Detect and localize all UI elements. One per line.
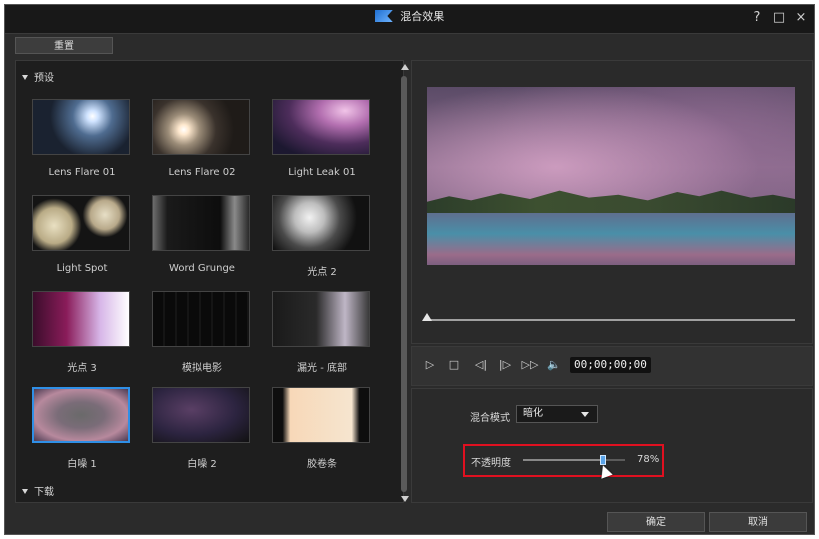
collapse-triangle-icon [22,489,28,494]
effect-label: 光点 3 [67,363,97,374]
effect-thumbnail [32,99,130,155]
effect-thumbnail [32,195,130,251]
effect-label: 白噪 2 [187,459,217,470]
effect-item-lens-flare-01[interactable]: Lens Flare 01 [32,99,132,178]
blend-mode-value: 暗化 [523,408,543,419]
title-bar: 混合效果 ? □ × [5,5,814,34]
library-scrollbar[interactable] [400,64,410,502]
play-icon[interactable]: ▷ [424,359,436,371]
timeline-scrubber[interactable] [422,313,795,321]
effect-thumbnail [152,99,250,155]
effect-item-film-strip[interactable]: 胶卷条 [272,387,372,470]
effect-item-light-spot-3[interactable]: 光点 3 [32,291,132,374]
blend-settings-panel: 混合模式 暗化 不透明度 78% [411,388,813,503]
scroll-up-icon[interactable] [401,64,409,70]
effect-item-lens-flare-02[interactable]: Lens Flare 02 [152,99,252,178]
effect-label: 模拟电影 [182,363,222,374]
effect-item-light-leak-bottom[interactable]: 漏光 - 底部 [272,291,372,374]
effect-item-white-noise-1[interactable]: 白噪 1 [32,387,132,470]
mouse-cursor-icon [596,463,613,479]
effect-label: Lens Flare 01 [48,167,116,178]
blend-mode-dropdown[interactable]: 暗化 [516,405,598,423]
playback-controls: ▷ □ ◁| |▷ ▷▷ 🔈 00;00;00;00 [411,346,813,386]
stop-icon[interactable]: □ [448,359,460,371]
effect-label: Lens Flare 02 [168,167,236,178]
scrollbar-thumb[interactable] [401,76,407,492]
preview-panel [411,60,813,344]
opacity-slider[interactable] [523,455,625,479]
section-label: 预设 [34,73,54,84]
effect-item-word-grunge[interactable]: Word Grunge [152,195,252,274]
effect-label: 光点 2 [307,267,337,278]
effect-label: 胶卷条 [307,459,337,470]
effect-thumbnail [152,387,250,443]
effect-thumbnail [32,291,130,347]
opacity-value: 78% [637,454,660,465]
effect-thumbnail [152,195,250,251]
effect-thumbnail [272,195,370,251]
app-logo-icon [374,10,393,22]
effect-item-white-noise-2[interactable]: 白噪 2 [152,387,252,470]
fast-forward-icon[interactable]: ▷▷ [520,359,540,371]
opacity-label: 不透明度 [471,458,511,469]
effects-library-panel: 预设 Lens Flare 01 Lens Flare 02 Light Lea… [15,60,409,503]
ok-button[interactable]: 确定 [607,512,705,532]
window-title-text: 混合效果 [400,10,445,23]
volume-icon[interactable]: 🔈 [546,359,562,371]
close-icon[interactable]: × [794,11,808,25]
help-icon[interactable]: ? [750,11,764,25]
section-label: 下载 [34,487,54,498]
scroll-down-icon[interactable] [401,496,409,502]
chevron-down-icon [581,412,589,417]
cancel-button[interactable]: 取消 [709,512,807,532]
effect-item-film-sim[interactable]: 模拟电影 [152,291,252,374]
preview-water [427,213,795,265]
effect-thumbnail [272,99,370,155]
effect-label: Light Leak 01 [288,167,356,178]
next-frame-icon[interactable]: |▷ [496,359,514,371]
opacity-highlight-box: 不透明度 78% [463,444,664,479]
collapse-triangle-icon [22,75,28,80]
reset-button[interactable]: 重置 [15,37,113,54]
opacity-slider-fill [523,459,603,461]
scrubber-handle[interactable] [422,313,432,321]
section-header-downloads[interactable]: 下载 [22,483,54,498]
effect-thumbnail [272,291,370,347]
timecode-display: 00;00;00;00 [570,357,651,373]
window-title: 混合效果 [5,5,814,33]
effect-thumbnail [32,387,130,443]
effect-label: 白噪 1 [67,459,97,470]
effect-label: Light Spot [56,263,108,274]
effect-label: Word Grunge [169,263,235,274]
window-controls: ? □ × [750,11,808,25]
section-header-presets[interactable]: 预设 [22,69,54,84]
effect-item-light-leak-01[interactable]: Light Leak 01 [272,99,372,178]
effect-thumbnail [272,387,370,443]
effect-item-light-spot-2[interactable]: 光点 2 [272,195,372,278]
preview-image [427,87,795,265]
maximize-icon[interactable]: □ [772,11,786,25]
blend-effect-dialog: 混合效果 ? □ × 重置 预设 Lens Flare 01 Lens Flar… [4,4,815,535]
effect-thumbnail [152,291,250,347]
effect-label: 漏光 - 底部 [297,363,347,374]
previous-frame-icon[interactable]: ◁| [472,359,490,371]
blend-mode-label: 混合模式 [470,413,510,424]
effect-item-light-spot[interactable]: Light Spot [32,195,132,274]
